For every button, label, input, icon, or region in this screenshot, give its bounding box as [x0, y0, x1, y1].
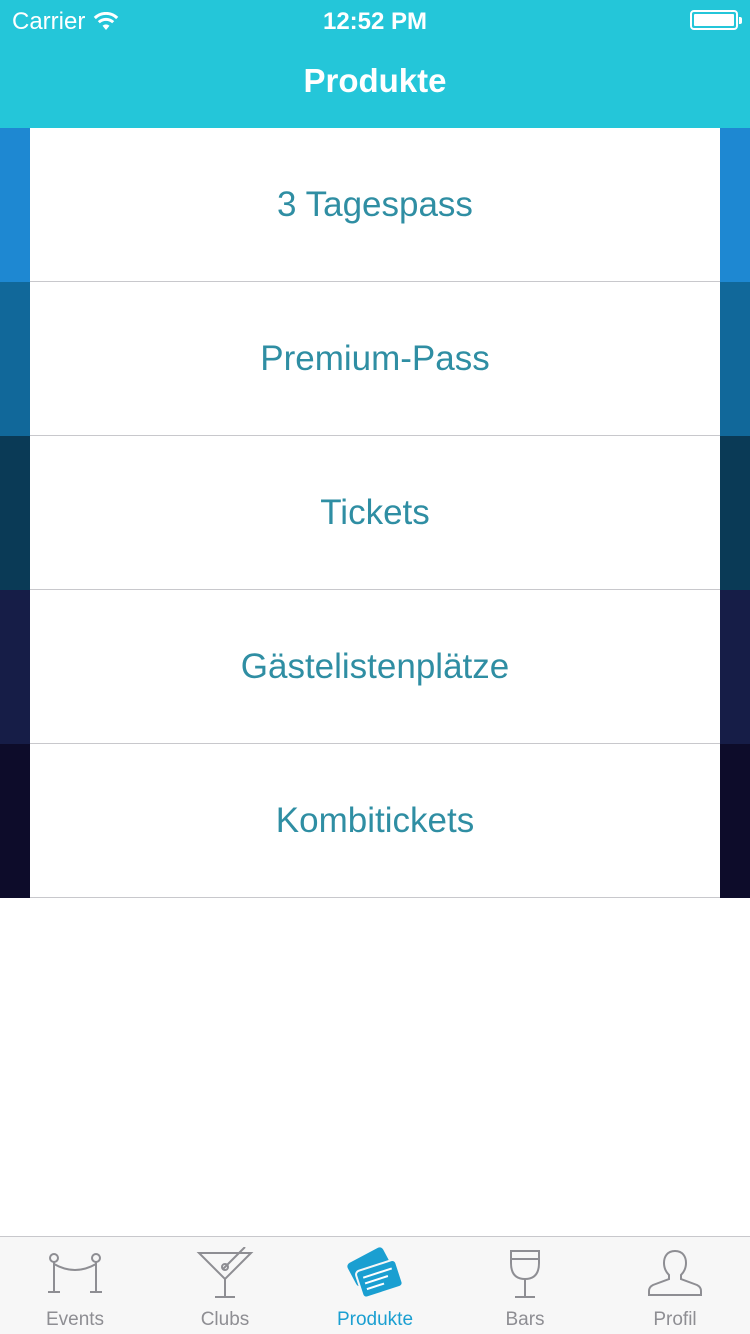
navigation-header: Carrier 12:52 PM Produkte	[0, 0, 750, 128]
row-edge-left	[0, 744, 30, 898]
row-edge-left	[0, 590, 30, 744]
tab-label: Produkte	[336, 1309, 414, 1330]
product-row-gaestelistenplaetze[interactable]: Gästelistenplätze	[0, 590, 750, 744]
row-edge-right	[720, 436, 750, 590]
product-label: 3 Tagespass	[277, 184, 473, 224]
wine-glass-icon	[493, 1247, 557, 1301]
tab-label: Events	[45, 1309, 105, 1330]
tab-bar: Events Clubs Produkte Bars Profil	[0, 1236, 750, 1334]
row-edge-left	[0, 436, 30, 590]
tab-events[interactable]: Events	[0, 1237, 150, 1334]
row-edge-right	[720, 744, 750, 898]
product-cell[interactable]: Gästelistenplätze	[30, 590, 720, 744]
row-edge-left	[0, 128, 30, 282]
row-edge-right	[720, 590, 750, 744]
row-edge-right	[720, 128, 750, 282]
product-list: 3 Tagespass Premium-Pass Tickets Gästeli…	[0, 128, 750, 898]
product-label: Premium-Pass	[260, 338, 490, 378]
product-row-kombitickets[interactable]: Kombitickets	[0, 744, 750, 898]
product-row-tickets[interactable]: Tickets	[0, 436, 750, 590]
tab-label: Profil	[653, 1309, 697, 1330]
tab-bars[interactable]: Bars	[450, 1237, 600, 1334]
page-title: Produkte	[303, 62, 447, 99]
tickets-icon	[343, 1247, 407, 1301]
product-cell[interactable]: Tickets	[30, 436, 720, 590]
product-cell[interactable]: 3 Tagespass	[30, 128, 720, 282]
product-cell[interactable]: Kombitickets	[30, 744, 720, 898]
product-row-3-tagespass[interactable]: 3 Tagespass	[0, 128, 750, 282]
rope-barrier-icon	[43, 1247, 107, 1301]
cocktail-glass-icon	[193, 1247, 257, 1301]
status-time: 12:52 PM	[322, 8, 428, 35]
product-cell[interactable]: Premium-Pass	[30, 282, 720, 436]
product-label: Gästelistenplätze	[240, 646, 510, 686]
tab-clubs[interactable]: Clubs	[150, 1237, 300, 1334]
product-label: Kombitickets	[275, 800, 475, 840]
person-icon	[643, 1247, 707, 1301]
tab-label: Bars	[505, 1309, 545, 1330]
tab-produkte[interactable]: Produkte	[300, 1237, 450, 1334]
product-row-premium-pass[interactable]: Premium-Pass	[0, 282, 750, 436]
battery-icon	[690, 10, 742, 30]
status-bar: Carrier 12:52 PM	[0, 0, 750, 40]
row-edge-right	[720, 282, 750, 436]
product-label: Tickets	[320, 492, 430, 532]
row-edge-left	[0, 282, 30, 436]
tab-profil[interactable]: Profil	[600, 1237, 750, 1334]
tab-label: Clubs	[200, 1309, 250, 1330]
